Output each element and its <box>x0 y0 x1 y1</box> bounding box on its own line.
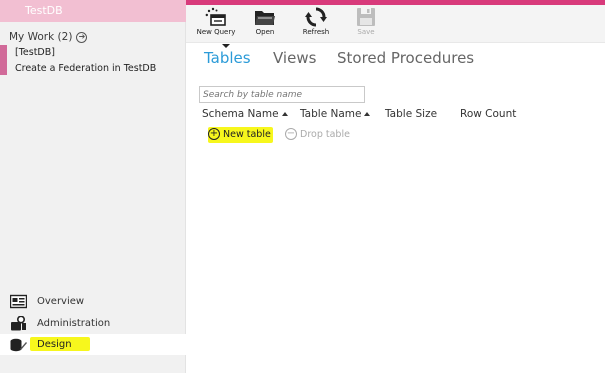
minus-circle-icon: − <box>285 128 297 140</box>
column-header-table-name[interactable]: Table Name <box>300 108 371 120</box>
drop-table-button[interactable]: − Drop table <box>285 128 350 140</box>
save-label: Save <box>357 28 375 36</box>
administration-icon <box>11 316 26 331</box>
row-count-label: Row Count <box>460 108 517 120</box>
search-table-input[interactable] <box>199 86 365 103</box>
nav-label-design: Design <box>37 339 72 350</box>
plus-circle-icon: + <box>208 128 220 140</box>
tab-stored-procedures[interactable]: Stored Procedures <box>337 49 474 67</box>
open-label: Open <box>255 28 275 36</box>
left-navigation-pane: TestDB My Work (2) ➔ [TestDB] Create a F… <box>0 0 186 373</box>
arrow-right-circle-icon[interactable]: ➔ <box>76 31 88 43</box>
column-header-table-size[interactable]: Table Size <box>385 108 437 120</box>
tab-tables[interactable]: Tables <box>204 49 251 67</box>
column-header-row-count[interactable]: Row Count <box>460 108 516 120</box>
new-table-label: New table <box>223 128 271 140</box>
ribbon-toolbar: New Query Open Refresh Save <box>186 5 605 43</box>
new-query-button[interactable]: New Query <box>193 7 239 43</box>
new-query-icon <box>205 7 226 26</box>
my-work-label: My Work (2) <box>9 31 73 43</box>
sort-ascending-icon <box>364 112 371 116</box>
work-items-accent-bar <box>0 45 7 75</box>
nav-item-overview[interactable]: Overview <box>0 291 186 312</box>
table-name-label: Table Name <box>300 108 362 120</box>
my-work-header[interactable]: My Work (2) ➔ <box>9 31 88 43</box>
open-button[interactable]: Open <box>242 7 288 43</box>
refresh-button[interactable]: Refresh <box>293 7 339 43</box>
save-icon <box>357 8 375 26</box>
column-header-schema-name[interactable]: Schema Name <box>202 108 288 120</box>
nav-label-administration: Administration <box>37 318 111 329</box>
save-button[interactable]: Save <box>343 7 389 43</box>
nav-label-overview: Overview <box>37 296 85 307</box>
design-icon <box>10 338 27 352</box>
nav-item-design[interactable]: Design <box>0 334 186 355</box>
new-query-label: New Query <box>196 28 236 36</box>
selection-caret-icon <box>222 44 230 48</box>
folder-open-icon <box>255 11 275 25</box>
new-table-button[interactable]: + New table <box>208 128 271 140</box>
table-size-label: Table Size <box>385 108 438 120</box>
sort-ascending-icon <box>281 112 288 116</box>
schema-name-label: Schema Name <box>202 108 279 120</box>
work-item-testdb[interactable]: [TestDB] <box>15 47 55 58</box>
tab-views[interactable]: Views <box>273 49 316 67</box>
database-title-bar[interactable]: TestDB <box>0 0 186 22</box>
work-item-create-federation[interactable]: Create a Federation in TestDB <box>15 63 156 74</box>
overview-icon <box>10 294 27 309</box>
drop-table-label: Drop table <box>300 128 350 140</box>
nav-item-administration[interactable]: Administration <box>0 313 186 334</box>
refresh-label: Refresh <box>302 28 330 36</box>
refresh-icon <box>305 7 327 27</box>
